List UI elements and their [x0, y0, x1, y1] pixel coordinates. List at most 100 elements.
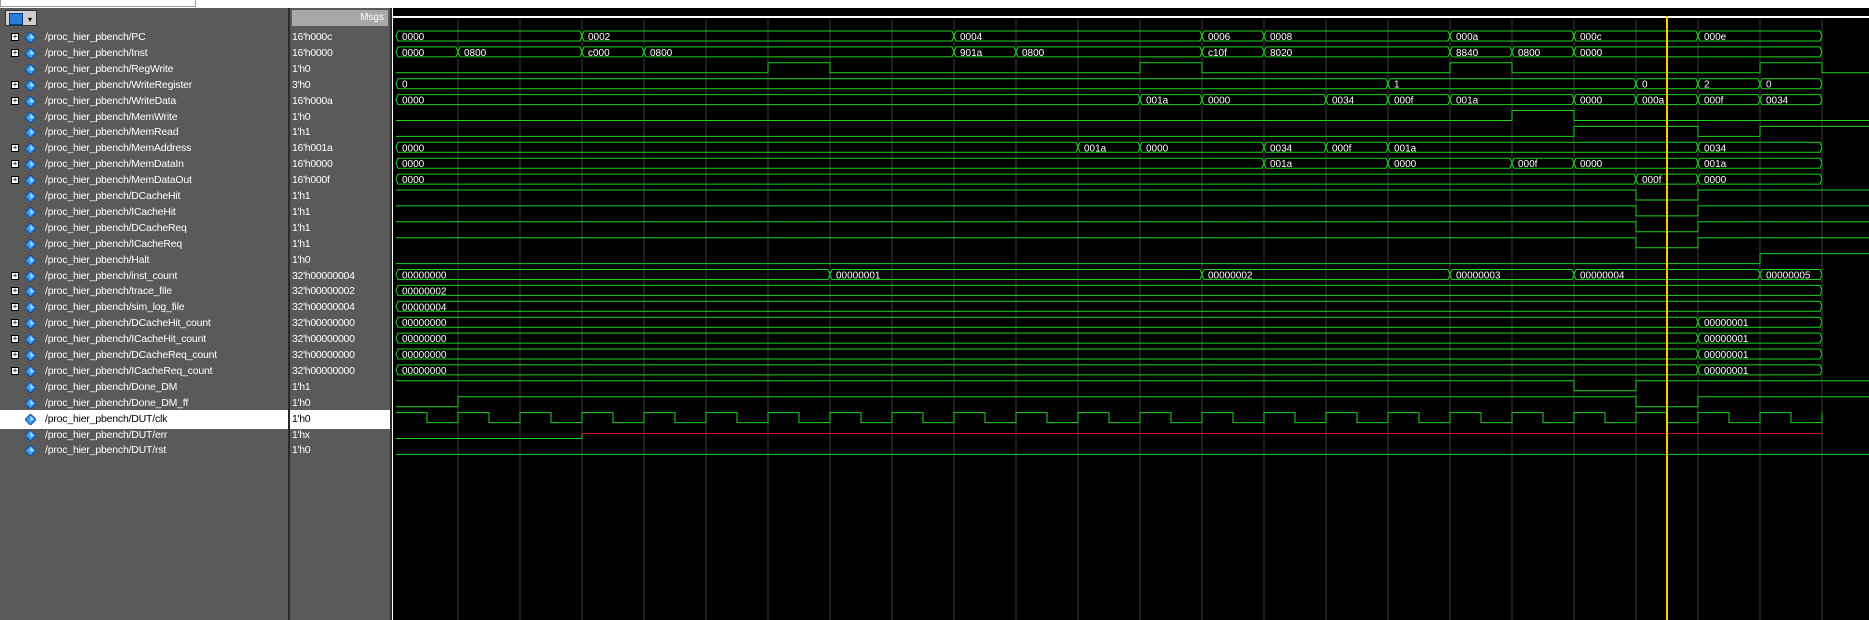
bus-segment	[395, 332, 1699, 344]
signal-icon	[25, 159, 36, 171]
signal-icon	[25, 318, 36, 330]
bus-value-label: 0000	[402, 143, 425, 154]
signal-name: /proc_hier_pbench/RegWrite	[45, 62, 174, 75]
bus-value-label: 00000001	[836, 271, 881, 282]
bus-segment	[395, 348, 1699, 360]
bus-value-label: 001a	[1394, 143, 1417, 154]
signal-icon	[25, 79, 36, 91]
bus-value-label: 000a	[1456, 32, 1479, 43]
signal-value: 1'h1	[292, 190, 311, 202]
signal-value: 1'h0	[292, 412, 311, 425]
expand-icon[interactable]: +	[11, 351, 19, 359]
msgs-header: Msgs	[292, 10, 388, 26]
signal-icon	[25, 381, 36, 393]
expand-icon[interactable]: +	[11, 335, 19, 344]
signal-name: /proc_hier_pbench/WriteRegister	[45, 78, 193, 91]
bus-value-label: 001a	[1084, 143, 1107, 154]
wave-toolbar-button[interactable]: ▾	[5, 10, 37, 26]
bus-value-label: 0	[1642, 80, 1648, 91]
expand-icon[interactable]: +	[11, 176, 19, 185]
bus-value-label: c000	[588, 48, 610, 59]
clock-wave	[396, 412, 1823, 424]
signal-icon	[25, 445, 36, 457]
bus-value-label: 0000	[402, 96, 425, 107]
bus-value-label: 000f	[1704, 96, 1724, 107]
bus-value-label: 001a	[1270, 159, 1293, 170]
signal-name: /proc_hier_pbench/WriteData	[45, 94, 176, 107]
expand-icon[interactable]: +	[11, 319, 19, 328]
bus-value-label: 00000000	[402, 271, 447, 282]
bus-value-label: 0800	[464, 48, 487, 59]
bus-value-label: 0000	[402, 159, 425, 170]
bus-value-label: 00000002	[402, 286, 447, 297]
bit-wave	[396, 125, 1869, 137]
signal-value: 16'h000c	[292, 31, 332, 43]
bus-value-label: 0800	[650, 48, 673, 59]
bus-value-label: 0000	[402, 175, 425, 186]
bus-value-label: 000c	[1580, 32, 1602, 43]
signal-name: /proc_hier_pbench/Done_DM_ff	[45, 396, 189, 409]
bus-value-label: 2	[1704, 80, 1710, 91]
bus-segment	[643, 46, 955, 58]
waveform-pane[interactable]: 0000 0002 0004 0006 0008 000a 000c 000e 0000 0800…	[393, 8, 1869, 620]
bus-segment	[395, 284, 1823, 296]
signal-name: /proc_hier_pbench/MemDataOut	[45, 174, 192, 187]
bus-segment	[1387, 141, 1699, 153]
signal-icon	[25, 111, 36, 123]
bus-value-label: 0000	[1146, 143, 1169, 154]
signal-icon	[25, 350, 36, 361]
signal-value: 1'h1	[292, 237, 311, 250]
expand-icon[interactable]: +	[11, 271, 19, 280]
bus-value-label: 00000001	[1704, 366, 1749, 377]
expand-icon[interactable]: +	[11, 287, 19, 296]
value-row[interactable]: 1'h0	[290, 441, 390, 460]
bit-wave	[396, 189, 1869, 201]
bus-segment	[395, 300, 1823, 312]
bus-value-label: 000f	[1394, 96, 1414, 107]
signal-value: 32'h00000000	[292, 364, 355, 377]
signal-icon	[25, 191, 36, 202]
wave-icon	[9, 13, 23, 25]
expand-icon[interactable]: +	[11, 48, 19, 57]
signal-names-pane: ▾ + /proc_hier_pbench/PC + /proc_hier_pbenc…	[0, 8, 290, 620]
signal-value: 1'h1	[292, 126, 311, 139]
bus-segment	[395, 269, 831, 280]
expand-icon[interactable]: +	[11, 366, 19, 375]
bus-segment	[395, 364, 1699, 376]
bus-value-label: 0004	[960, 32, 983, 43]
expand-icon[interactable]: +	[11, 80, 19, 89]
signal-value: 1'h0	[292, 396, 311, 409]
ruler-strip	[393, 16, 1869, 18]
waveform-canvas[interactable]: 0000 0002 0004 0006 0008 000a 000c 000e0000 0800…	[393, 8, 1869, 620]
bus-value-label: 00000002	[1208, 271, 1253, 282]
bus-value-label: 8020	[1270, 48, 1293, 59]
bus-value-label: 000e	[1704, 32, 1727, 43]
signal-name: /proc_hier_pbench/PC	[45, 31, 146, 43]
expand-icon[interactable]: +	[11, 303, 19, 312]
signal-name: /proc_hier_pbench/MemWrite	[45, 110, 178, 123]
signal-value: 1'h0	[292, 253, 311, 266]
title-strip	[0, 0, 1869, 8]
chevron-down-icon: ▾	[28, 15, 33, 24]
expand-icon[interactable]: +	[11, 144, 19, 153]
signal-icon	[25, 95, 36, 107]
bus-value-label: 000f	[1518, 159, 1538, 170]
signal-icon	[25, 32, 36, 43]
bus-segment	[395, 316, 1699, 328]
signal-value: 1'h1	[292, 221, 311, 234]
expand-icon[interactable]: +	[11, 96, 19, 105]
signal-value: 32'h00000000	[292, 349, 355, 361]
bus-value-label: 00000004	[1580, 271, 1625, 282]
bus-value-label: 00000001	[1704, 350, 1749, 361]
signal-value: 32'h00000000	[292, 317, 355, 330]
signal-row[interactable]: /proc_hier_pbench/DUT/rst	[0, 441, 288, 460]
bus-value-label: 00000000	[402, 318, 447, 329]
bit-wave	[396, 380, 1869, 392]
bus-value-label: 0034	[1270, 143, 1293, 154]
signal-name: /proc_hier_pbench/MemDataIn	[45, 158, 184, 171]
bus-value-label: 0000	[402, 48, 425, 59]
signal-name: /proc_hier_pbench/Inst	[45, 46, 148, 59]
toolbar-field[interactable]	[0, 0, 196, 7]
expand-icon[interactable]: +	[11, 33, 19, 41]
expand-icon[interactable]: +	[11, 160, 19, 169]
